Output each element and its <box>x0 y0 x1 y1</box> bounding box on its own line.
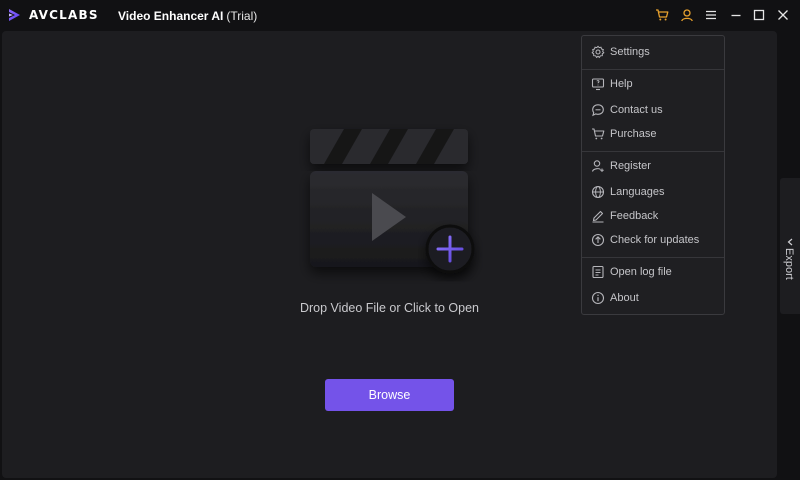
menu-item-feedback[interactable]: Feedback <box>582 205 724 227</box>
help-icon <box>591 77 605 91</box>
maximize-icon[interactable] <box>752 8 766 22</box>
menu-item-label: Languages <box>610 186 665 198</box>
chat-icon <box>591 103 605 117</box>
export-label: Export <box>783 248 795 280</box>
menu-divider <box>582 257 724 258</box>
chevron-left-icon <box>786 233 794 246</box>
globe-icon <box>591 185 605 199</box>
menu-item-check-for-updates[interactable]: Check for updates <box>582 229 724 251</box>
gear-icon <box>591 45 605 59</box>
menu-divider <box>582 69 724 70</box>
drop-zone[interactable] <box>282 121 502 321</box>
clapperboard-icon <box>310 129 475 274</box>
main-menu-dropdown: Settings Help Contact us Purchase Regist… <box>581 35 725 315</box>
menu-item-label: Help <box>610 78 633 90</box>
menu-item-contact-us[interactable]: Contact us <box>582 99 724 121</box>
app-window: AVCLABS Video Enhancer AI (Trial) Drop V… <box>0 0 800 480</box>
register-icon <box>591 159 605 173</box>
title-bar: AVCLABS Video Enhancer AI (Trial) <box>0 0 800 31</box>
menu-item-purchase[interactable]: Purchase <box>582 123 724 145</box>
menu-item-about[interactable]: About <box>582 287 724 309</box>
menu-item-label: Check for updates <box>610 234 700 246</box>
menu-item-label: About <box>610 292 639 304</box>
edition-label: (Trial) <box>226 9 258 23</box>
cart-icon[interactable] <box>655 8 669 22</box>
menu-item-label: Register <box>610 160 651 172</box>
menu-item-label: Purchase <box>610 128 657 140</box>
menu-item-settings[interactable]: Settings <box>582 41 724 63</box>
file-icon <box>591 265 605 279</box>
menu-icon[interactable] <box>704 8 718 22</box>
pencil-icon <box>591 209 605 223</box>
update-icon <box>591 233 605 247</box>
browse-button[interactable]: Browse <box>325 379 454 411</box>
menu-item-open-log-file[interactable]: Open log file <box>582 261 724 283</box>
menu-item-languages[interactable]: Languages <box>582 181 724 203</box>
menu-item-label: Settings <box>610 46 650 58</box>
menu-item-label: Feedback <box>610 210 659 222</box>
menu-item-register[interactable]: Register <box>582 155 724 177</box>
brand-name: AVCLABS <box>29 8 99 22</box>
user-icon[interactable] <box>680 8 694 22</box>
app-title-text: Video Enhancer AI <box>118 9 224 23</box>
app-title: Video Enhancer AI (Trial) <box>118 9 257 23</box>
menu-divider <box>582 151 724 152</box>
menu-item-help[interactable]: Help <box>582 73 724 95</box>
avclabs-logo-icon <box>7 7 23 23</box>
menu-item-label: Open log file <box>610 266 672 278</box>
close-icon[interactable] <box>776 8 790 22</box>
info-icon <box>591 291 605 305</box>
menu-item-label: Contact us <box>610 104 663 116</box>
export-tab[interactable]: Export <box>780 178 800 314</box>
cart-icon <box>591 127 605 141</box>
minimize-icon[interactable] <box>729 8 743 22</box>
